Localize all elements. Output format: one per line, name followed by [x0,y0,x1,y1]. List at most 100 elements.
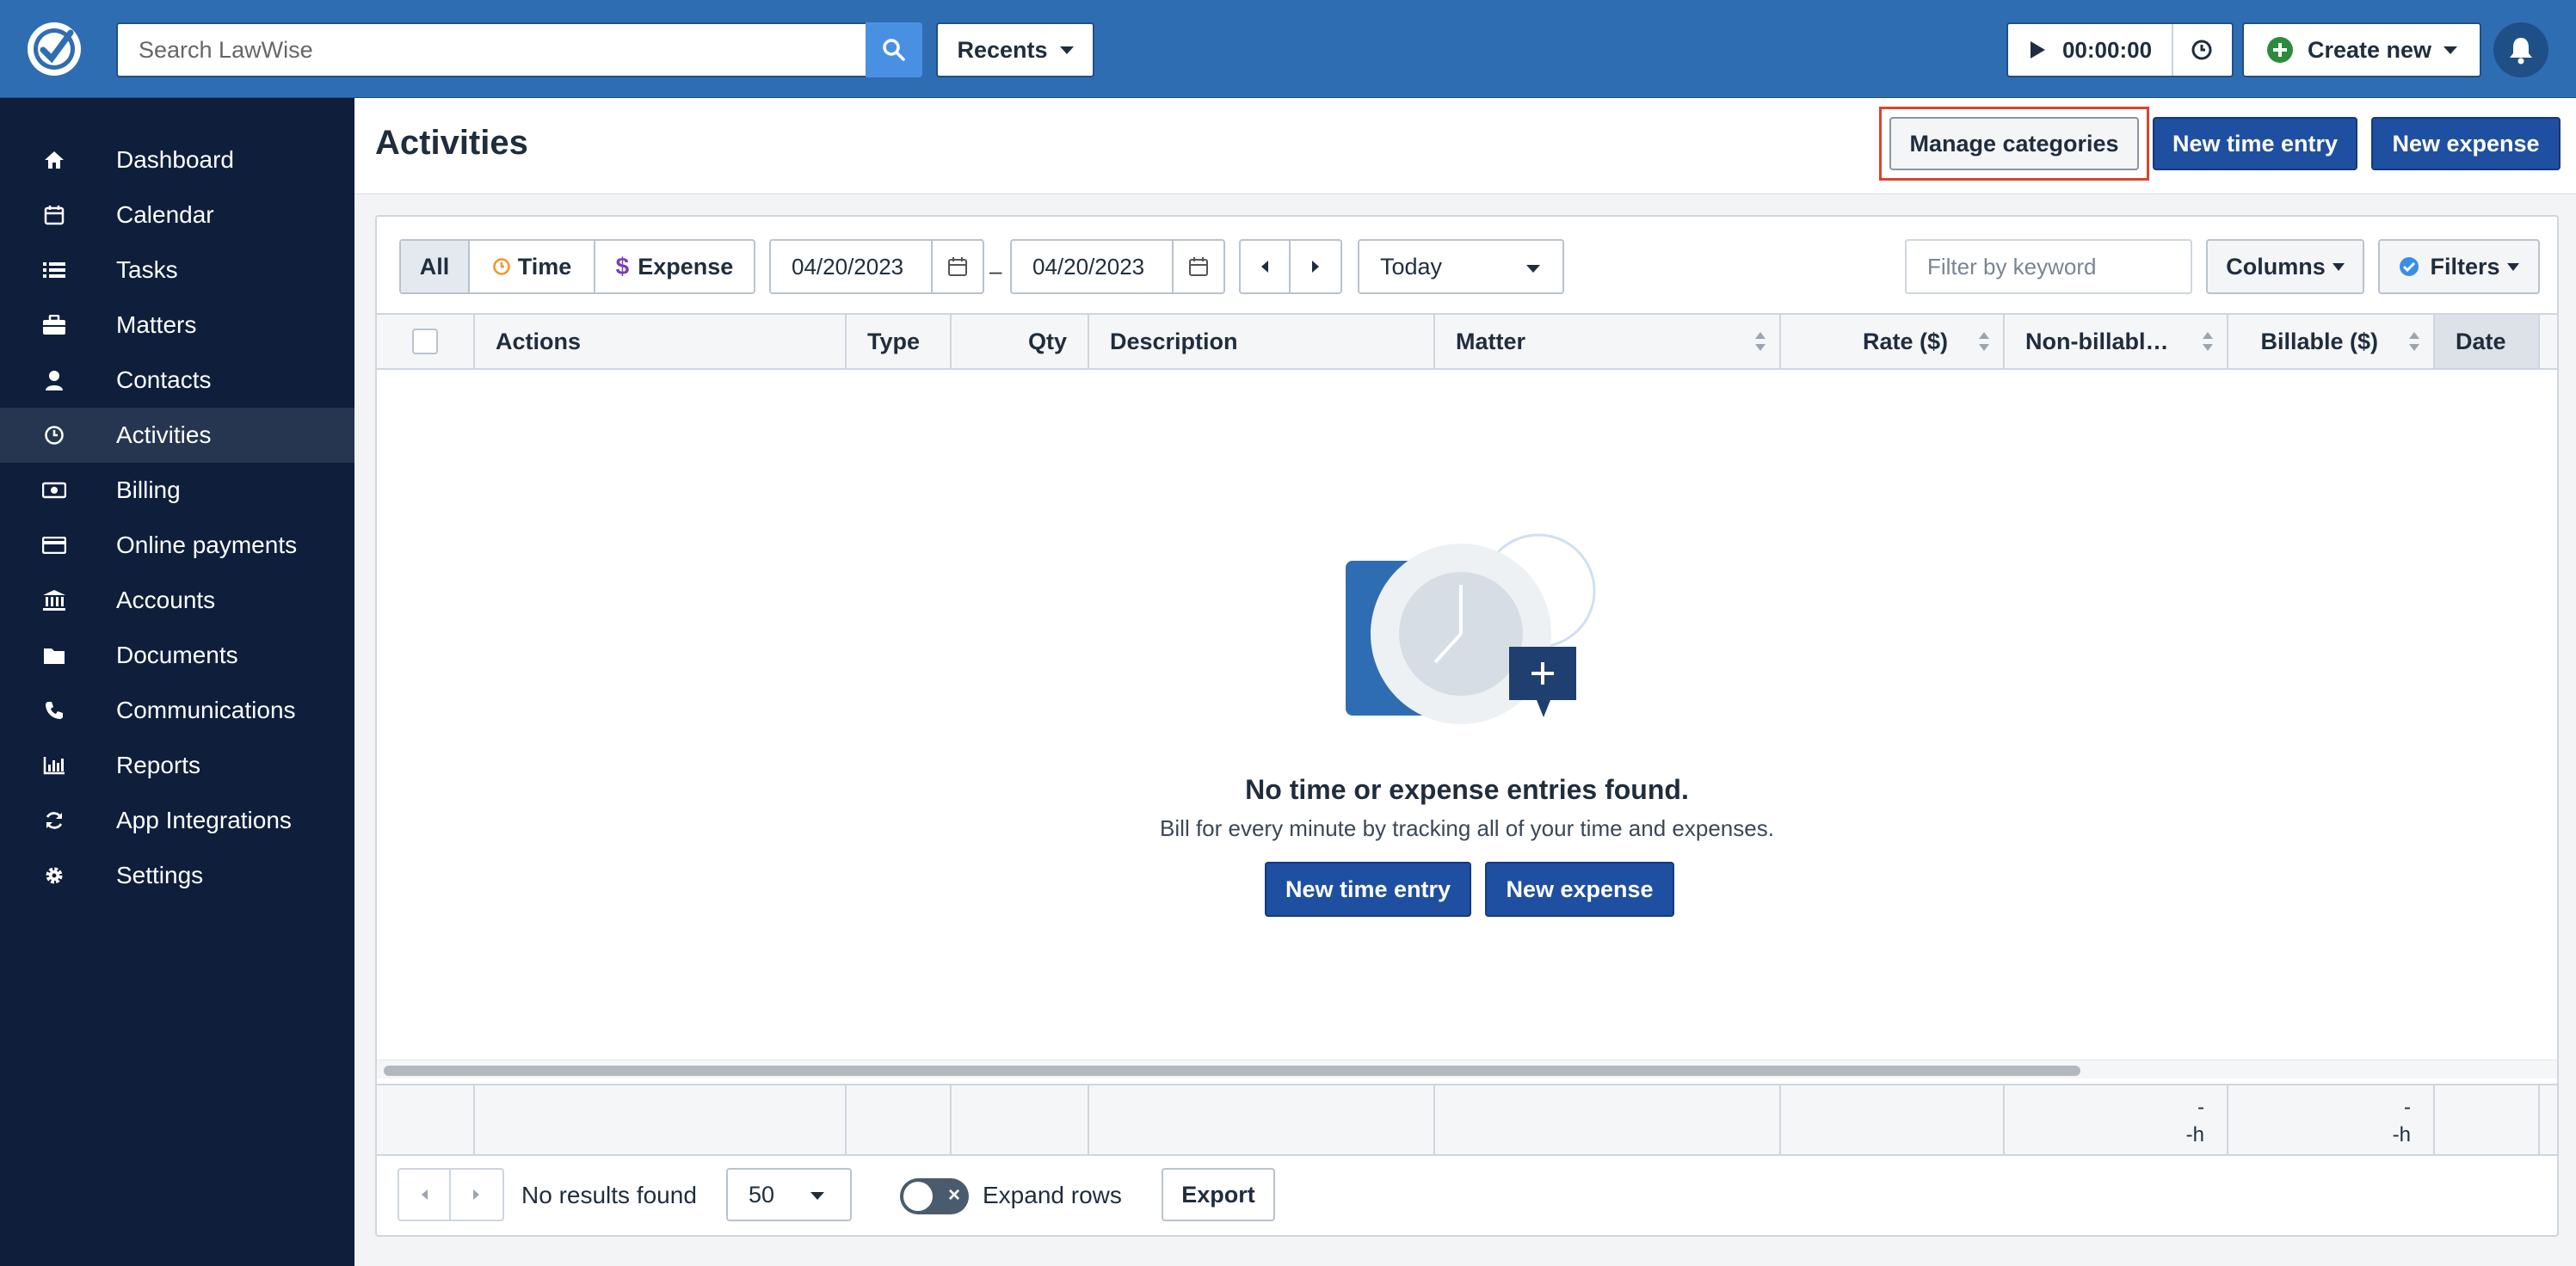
sidebar-item-accounts[interactable]: Accounts [0,573,354,628]
sidebar-item-reports[interactable]: Reports [0,738,354,793]
search-input[interactable] [118,24,866,76]
totals-cell [847,1085,952,1154]
briefcase-icon [41,312,67,338]
bell-icon [2510,38,2532,65]
select-all-cell [377,315,475,368]
next-page-button[interactable] [451,1170,502,1220]
table-totals-row: - -h - -h [377,1084,2557,1156]
column-label: Qty [1027,328,1067,354]
chevron-down-icon [810,1192,824,1200]
sidebar-item-label: Activities [116,421,212,448]
home-icon [41,147,67,173]
per-page-select[interactable]: 50 [726,1168,852,1221]
columns-dropdown[interactable]: Columns [2206,239,2364,294]
column-header-matter[interactable]: Matter [1435,315,1781,368]
column-label: Type [867,328,921,354]
sort-icon[interactable] [1755,332,1766,351]
segment-all[interactable]: All [401,241,470,292]
recents-dropdown[interactable]: Recents [936,22,1094,77]
notifications-button[interactable] [2493,22,2548,77]
date-to-input[interactable]: 04/20/2023 [1012,241,1144,292]
scrollbar-thumb[interactable] [384,1066,2080,1076]
sidebar-item-label: Dashboard [116,146,234,173]
sidebar-item-label: Contacts [116,366,212,393]
column-header-description[interactable]: Description [1089,315,1435,368]
folder-icon [41,642,67,668]
toggle-knob [903,1182,933,1211]
new-time-entry-button[interactable]: New time entry [2153,117,2357,170]
create-new-dropdown[interactable]: Create new [2242,22,2481,77]
sort-icon[interactable] [1979,332,1989,351]
chevron-down-icon [2444,46,2458,54]
money-icon [41,477,67,503]
column-header-non-billable[interactable]: Non-billabl… [2005,315,2228,368]
non-billable-hours: -h [2185,1123,2204,1146]
empty-state-title: No time or expense entries found. [1245,774,1689,805]
calendar-icon [948,257,967,276]
expand-rows-toggle[interactable]: × [900,1178,969,1214]
date-from-input[interactable]: 04/20/2023 [771,241,903,292]
sidebar-item-billing[interactable]: Billing [0,463,354,518]
segment-time[interactable]: Time [470,241,595,292]
filters-dropdown[interactable]: Filters [2378,239,2540,294]
sidebar-item-communications[interactable]: Communications [0,683,354,738]
sort-icon[interactable] [2203,332,2213,351]
column-label: Actions [496,328,582,354]
sidebar-item-matters[interactable]: Matters [0,298,354,353]
previous-page-button[interactable] [399,1170,451,1220]
chevron-down-icon [1059,46,1074,54]
sidebar-item-settings[interactable]: Settings [0,848,354,903]
totals-billable: - -h [2228,1085,2435,1154]
sidebar-item-online-payments[interactable]: Online payments [0,518,354,573]
sidebar-item-label: Settings [116,862,204,888]
empty-new-expense-button[interactable]: New expense [1485,862,1674,917]
column-header-billable[interactable]: Billable ($) [2228,315,2435,368]
select-all-checkbox[interactable] [412,329,438,354]
sidebar-item-contacts[interactable]: Contacts [0,353,354,408]
chevron-left-icon [1261,261,1268,273]
empty-state-subtitle: Bill for every minute by tracking all of… [1160,815,1774,841]
sidebar-item-label: Tasks [116,256,178,283]
sidebar-item-label: Reports [116,752,201,778]
check-circle-icon [2400,257,2419,276]
timer-history-button[interactable] [2172,24,2232,76]
billable-amount: - [2404,1096,2411,1119]
sort-icon[interactable] [2409,332,2419,351]
column-label: Matter [1456,328,1526,354]
date-to-picker-button[interactable] [1172,241,1223,292]
column-header-type[interactable]: Type [847,315,952,368]
date-from-picker-button[interactable] [931,241,983,292]
chevron-down-icon [2332,262,2345,271]
keyword-filter-input[interactable]: Filter by keyword [1905,239,2192,294]
new-expense-button[interactable]: New expense [2371,117,2561,170]
column-header-date[interactable]: Date [2435,315,2540,368]
column-header-qty[interactable]: Qty [952,315,1089,368]
pagination [397,1168,504,1221]
timer-start-button[interactable]: 00:00:00 [2008,24,2173,76]
sidebar-item-app-integrations[interactable]: App Integrations [0,793,354,848]
next-period-button[interactable] [1291,241,1340,292]
search-button[interactable] [866,22,922,77]
sidebar-item-calendar[interactable]: Calendar [0,187,354,243]
search-box [116,22,922,77]
date-to-field[interactable]: 04/20/2023 [1010,239,1225,294]
sidebar-item-activities[interactable]: Activities [0,408,354,463]
column-label: Non-billabl… [2025,328,2169,354]
clock-icon [41,422,67,448]
segment-expense[interactable]: $ Expense [595,241,754,292]
column-header-rate[interactable]: Rate ($) [1781,315,2005,368]
horizontal-scrollbar[interactable] [377,1060,2557,1079]
sidebar: Dashboard Calendar Tasks Matters Contact… [0,98,354,1266]
export-button[interactable]: Export [1162,1168,1275,1221]
date-from-field[interactable]: 04/20/2023 [769,239,984,294]
sidebar-item-dashboard[interactable]: Dashboard [0,132,354,187]
sidebar-item-documents[interactable]: Documents [0,628,354,683]
previous-period-button[interactable] [1241,241,1291,292]
chevron-right-icon [473,1189,479,1200]
table-header: Actions Type Qty Description Matter Rate… [377,313,2557,370]
app-logo-icon[interactable] [24,19,84,79]
results-count: No results found [521,1182,697,1208]
empty-new-time-entry-button[interactable]: New time entry [1265,862,1471,917]
date-range-select[interactable]: Today [1358,239,1564,294]
sidebar-item-tasks[interactable]: Tasks [0,243,354,298]
